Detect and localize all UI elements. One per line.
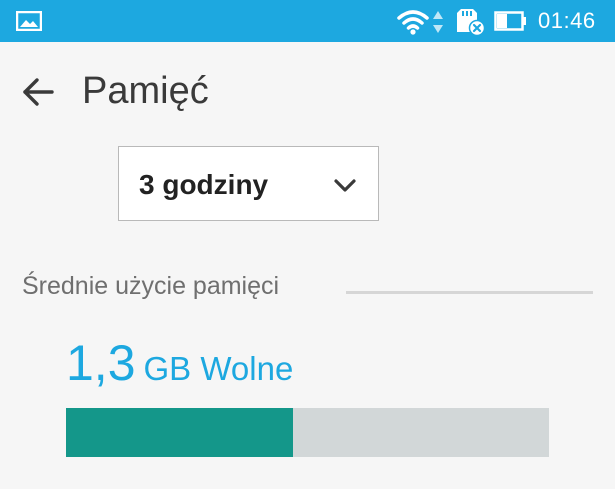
free-memory-readout: 1,3 GB Wolne [66, 334, 293, 398]
memory-usage-bar-fill [66, 408, 293, 457]
section-divider [346, 291, 593, 294]
status-clock: 01:46 [538, 8, 596, 33]
back-button[interactable] [16, 70, 60, 114]
sd-card-icon [457, 9, 485, 36]
section-header-average-usage: Średnie użycie pamięci [22, 272, 280, 300]
memory-content: 3 godziny Średnie użycie pamięci 1,3 GB W… [0, 138, 615, 489]
gallery-icon [16, 11, 42, 31]
wifi-icon [397, 10, 429, 35]
page-title: Pamięć [82, 70, 209, 112]
battery-icon [494, 11, 526, 31]
period-dropdown[interactable]: 3 godziny [118, 146, 379, 221]
arrow-left-icon [23, 78, 54, 106]
toolbar: Pamięć [0, 42, 615, 138]
data-arrows-icon [433, 11, 443, 33]
chevron-down-icon [334, 179, 356, 192]
memory-usage-bar [66, 408, 549, 457]
free-memory-amount: 1,3 [66, 335, 136, 391]
free-memory-unit: GB Wolne [143, 350, 294, 387]
status-bar: 01:46 [0, 0, 615, 42]
period-dropdown-value: 3 godziny [139, 169, 269, 200]
